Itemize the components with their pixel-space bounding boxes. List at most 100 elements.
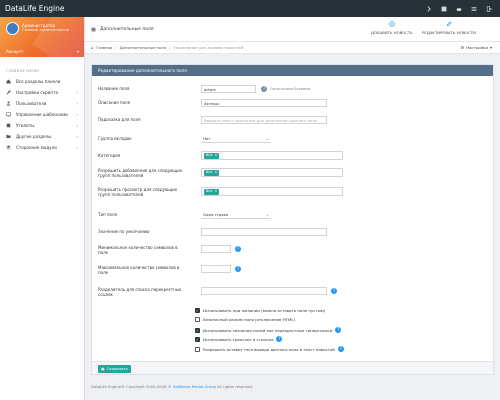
sidebar-item-label: Все разделы панели <box>16 79 61 84</box>
checkbox-insert-tag[interactable]: Разрешить вставку тега вывода данного по… <box>195 346 344 352</box>
field-default-input[interactable] <box>201 227 327 236</box>
add-groups-multiselect[interactable]: Все × <box>201 168 343 177</box>
sidebar-item-utilities[interactable]: Утилиты › <box>0 120 84 131</box>
brand-logo[interactable]: DataLife Engine <box>0 0 85 17</box>
checkbox-optional[interactable]: ✓ Использовать при желании (можно остави… <box>195 308 325 313</box>
field-desc-input[interactable]: Актеры <box>201 98 327 107</box>
chevron-down-icon[interactable]: ▾ <box>77 49 79 54</box>
checkbox-label: Разрешить вставку тега вывода данного по… <box>203 346 335 352</box>
sidebar-item-label: Настройки скрипта <box>16 90 58 95</box>
add-news-button[interactable]: ДОБАВИТЬ НОВОСТЬ <box>371 21 413 35</box>
field-type-select[interactable]: Одна строка ⌄ <box>201 211 271 219</box>
home-icon: ⌂ <box>91 45 94 50</box>
field-separator-input[interactable] <box>201 287 327 295</box>
help-icon[interactable]: ? <box>261 85 267 92</box>
field-group-label: Группа вкладок <box>98 136 132 141</box>
logout-icon[interactable] <box>486 5 492 12</box>
checkbox-checked[interactable]: ✓ <box>195 336 200 342</box>
puzzle-icon <box>6 123 11 128</box>
checkbox-crosslinks[interactable]: ✓ Использовать значения полей как перекр… <box>195 327 342 333</box>
cloud-icon[interactable] <box>456 6 462 12</box>
chevron-right-icon: › <box>76 145 78 150</box>
field-separator-label: Разделитель для списка перекрестных ссыл… <box>98 287 182 297</box>
checkbox-unchecked[interactable] <box>195 317 200 322</box>
remove-tag-icon[interactable]: × <box>214 153 217 157</box>
puzzle-icon[interactable] <box>441 6 447 12</box>
remove-tag-icon[interactable]: × <box>214 170 217 174</box>
field-default-label: Значение по умолчанию <box>98 229 150 234</box>
add-groups-tag[interactable]: Все × <box>204 170 220 176</box>
field-name-input[interactable]: actors <box>201 84 256 93</box>
breadcrumb-fields[interactable]: Дополнительные поля <box>120 45 166 50</box>
add-groups-tag-label: Все <box>206 170 213 175</box>
sidebar-item-settings[interactable]: Настройки скрипта › <box>0 87 84 98</box>
help-icon[interactable]: ? <box>331 288 337 294</box>
edit-field-panel: Редактирование дополнительного поля Назв… <box>91 64 494 375</box>
sidebar-item-other[interactable]: Другие разделы › <box>0 131 84 142</box>
help-icon[interactable]: ? <box>335 327 342 333</box>
sidebar-item-users[interactable]: Пользователи › <box>0 98 84 109</box>
field-type-label: Тип поля <box>98 212 117 217</box>
checkbox-translit[interactable]: ✓ Использовать транслит в ссылках ? <box>195 336 283 342</box>
field-category-label: Категория <box>98 153 121 158</box>
page-header: Дополнительные поля ДОБАВИТЬ НОВОСТЬ РЕД… <box>85 17 500 42</box>
chevron-down-icon: ▾ <box>490 45 492 50</box>
checkbox-label: Использовать транслит в ссылках <box>203 336 274 342</box>
sidebar-section-label: ГЛАВНОЕ МЕНЮ <box>6 69 40 73</box>
user-icon <box>6 101 11 106</box>
field-hint-input[interactable]: Введите текст подсказки для заполнения д… <box>201 115 327 124</box>
field-view-groups-label: Разрешить просмотр для следующих групп п… <box>98 187 178 197</box>
chevron-right-icon[interactable] <box>426 5 432 12</box>
breadcrumb-separator: / <box>168 45 171 50</box>
avatar[interactable] <box>6 22 19 35</box>
sidebar-item-templates[interactable]: Управление шаблонами › <box>0 109 84 120</box>
chevron-down-icon: ⌄ <box>265 136 269 141</box>
sidebar-item-label: Пользователи <box>16 101 47 106</box>
field-group-select[interactable]: Нет ⌄ <box>201 135 271 143</box>
save-button[interactable]: ▣ Сохранить <box>98 365 131 373</box>
field-type-value: Одна строка <box>203 212 229 217</box>
category-multiselect[interactable]: Все × <box>201 151 343 160</box>
field-max-input[interactable] <box>201 265 231 273</box>
field-min-input[interactable] <box>201 245 231 253</box>
sidebar-item-modules[interactable]: Сторонние модули › <box>0 142 84 153</box>
checkbox-checked[interactable]: ✓ <box>195 308 200 313</box>
edit-icon <box>446 21 452 27</box>
help-icon[interactable]: ? <box>235 246 241 252</box>
help-icon[interactable]: ? <box>276 336 283 342</box>
sidebar-item-all-sections[interactable]: Все разделы панели <box>0 76 84 87</box>
field-desc-label: Описание поля <box>98 100 130 105</box>
gear-icon: ⚙ <box>460 45 465 50</box>
view-groups-tag-label: Все <box>206 189 213 194</box>
settings-dropdown[interactable]: ⚙ Настройки ▾ <box>461 45 492 50</box>
checkbox-safe-mode[interactable]: Безопасный режим поля (отключение HTML) <box>195 317 295 322</box>
view-groups-multiselect[interactable]: Все × <box>201 187 343 196</box>
folder-icon <box>6 134 11 139</box>
help-icon[interactable]: ? <box>235 266 241 272</box>
settings-label: Настройки <box>466 45 489 50</box>
remove-tag-icon[interactable]: × <box>214 189 217 193</box>
account-link[interactable]: Аккаунт <box>6 49 23 54</box>
help-icon[interactable]: ? <box>337 346 344 352</box>
checkbox-checked[interactable]: ✓ <box>195 327 200 333</box>
edit-news-button[interactable]: РЕДАКТИРОВАТЬ НОВОСТИ <box>422 21 476 35</box>
checkbox-label: Использовать при желании (можно оставить… <box>203 308 326 313</box>
panel-footer: ▣ Сохранить <box>92 361 493 374</box>
top-navbar: DataLife Engine <box>0 0 500 17</box>
sidebar-item-label: Управление шаблонами <box>16 112 68 117</box>
chevron-right-icon: › <box>76 123 78 128</box>
plus-circle-icon <box>389 21 395 27</box>
chevron-right-icon: › <box>76 90 78 95</box>
field-name-hint: Латинскими буквами <box>270 86 311 91</box>
company-link[interactable]: SoftNews Media Group <box>173 384 216 389</box>
view-groups-tag[interactable]: Все × <box>204 189 220 195</box>
checkbox-unchecked[interactable] <box>195 346 200 352</box>
list-icon[interactable] <box>471 6 477 12</box>
breadcrumb-current: Управление доп.полями новостей <box>173 45 244 50</box>
chevron-right-icon: › <box>76 112 78 117</box>
sidebar-item-label: Другие разделы <box>16 134 52 139</box>
save-icon: ▣ <box>101 366 105 372</box>
breadcrumb-home[interactable]: Главная <box>95 45 112 50</box>
category-tag[interactable]: Все × <box>204 153 220 159</box>
chevron-down-icon: ⌄ <box>265 212 269 217</box>
